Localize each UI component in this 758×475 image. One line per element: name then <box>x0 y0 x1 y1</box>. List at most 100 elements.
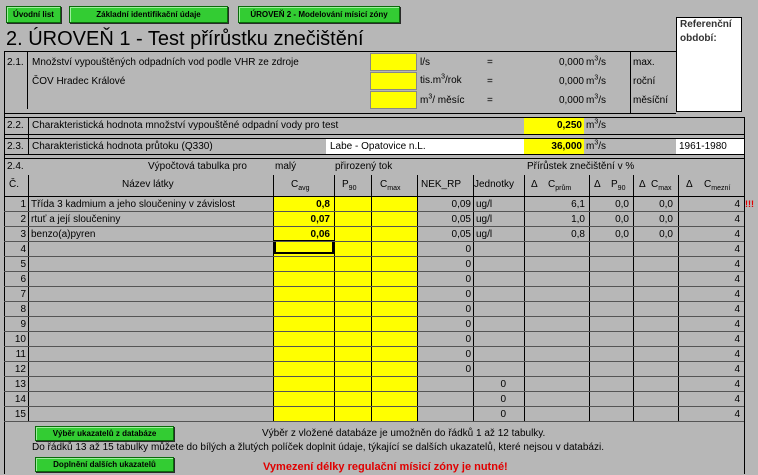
label-annual: roční <box>633 76 656 87</box>
row-nek-rp: 0 <box>465 274 471 285</box>
row-cavg[interactable] <box>275 273 330 286</box>
row-cprum: 1,0 <box>571 214 585 225</box>
delta-symbol-4: Δ <box>686 179 693 190</box>
row-cavg[interactable]: 0,8 <box>275 198 330 211</box>
row-name[interactable] <box>31 363 272 376</box>
reference-period-box[interactable] <box>676 17 742 112</box>
row-dcmax <box>635 333 673 346</box>
row-cprum <box>527 288 585 301</box>
row-name[interactable] <box>31 243 272 256</box>
row-cavg[interactable] <box>275 363 330 376</box>
section-2-2-number: 2.2. <box>7 120 24 131</box>
zakladni-udaje-button[interactable]: Základní identifikační údaje <box>69 6 228 23</box>
row-cmezni: 4 <box>734 364 740 375</box>
row-name[interactable] <box>31 348 272 361</box>
row-dcmax: 0,0 <box>659 199 673 210</box>
uroven2-button[interactable]: ÚROVEŇ 2 - Modelování mísicí zóny <box>238 6 400 23</box>
row-name[interactable] <box>31 288 272 301</box>
label-monthly: měsíční <box>633 95 669 106</box>
row-cavg[interactable] <box>275 318 330 331</box>
row-dp90 <box>591 333 629 346</box>
row-dcmax: 0,0 <box>659 214 673 225</box>
row-cmezni: 4 <box>734 394 740 405</box>
row-name[interactable]: benzo(a)pyren <box>31 228 272 241</box>
row-nek-rp: 0 <box>465 319 471 330</box>
row-cprum <box>527 333 585 346</box>
discharge-monthly-input[interactable] <box>370 91 417 109</box>
row-cavg[interactable] <box>275 378 330 391</box>
delta-symbol-2: Δ <box>594 179 601 190</box>
section-2-3-number: 2.3. <box>7 141 24 152</box>
row-dp90 <box>591 243 629 256</box>
row-dp90 <box>591 408 629 421</box>
river-profile-text: Labe - Opatovice n.L. <box>330 141 426 152</box>
row-dcmax <box>635 348 673 361</box>
row-number: 11 <box>15 349 26 360</box>
row-unit <box>476 318 522 331</box>
discharge-max-input[interactable] <box>370 53 417 71</box>
row-cavg[interactable]: 0,06 <box>275 228 330 241</box>
page-title: 2. ÚROVEŇ 1 - Test přírůstku znečištění <box>6 28 364 50</box>
section-2-1-number: 2.1. <box>7 57 24 68</box>
increment-head: Přírůstek znečištění v % <box>527 161 635 172</box>
col-cprum: Cprům <box>548 179 572 192</box>
row-name[interactable] <box>31 378 272 391</box>
row-nek-rp: 0,05 <box>451 214 471 225</box>
row-nek-rp: 0,05 <box>451 229 471 240</box>
row-nek-rp: 0,09 <box>451 199 471 210</box>
col-cmezni: Cmezní <box>704 179 731 192</box>
value-unit-2: m3/s <box>586 74 607 87</box>
row-number: 4 <box>20 244 26 255</box>
row-number: 14 <box>14 394 26 405</box>
row-cavg[interactable] <box>275 303 330 316</box>
row-name[interactable] <box>31 393 272 406</box>
row-cavg[interactable] <box>275 333 330 346</box>
row-cmezni: 4 <box>734 334 740 345</box>
row-cavg[interactable] <box>275 393 330 406</box>
row-number: 3 <box>20 229 26 240</box>
row-cavg[interactable] <box>275 348 330 361</box>
col-dcmax: Cmax <box>651 179 672 192</box>
row-name[interactable] <box>31 318 272 331</box>
row-dp90 <box>591 393 629 406</box>
delta-symbol-3: Δ <box>639 179 646 190</box>
row-name[interactable]: Třída 3 kadmium a jeho sloučeniny v závi… <box>31 198 272 211</box>
row-cavg[interactable] <box>275 408 330 421</box>
equals-3: = <box>487 95 493 106</box>
row-nek-rp: 0 <box>465 349 471 360</box>
discharge-annual-input[interactable] <box>370 72 417 90</box>
row-nek-rp: 0 <box>465 334 471 345</box>
row-cavg[interactable]: 0,07 <box>275 213 330 226</box>
row-unit <box>476 243 522 256</box>
row-name[interactable] <box>31 303 272 316</box>
footer-note-2: Do řádků 13 až 15 tabulky můžete do bílý… <box>32 442 604 453</box>
row-name[interactable] <box>31 258 272 271</box>
row-cavg[interactable] <box>275 288 330 301</box>
row-dcmax <box>635 378 673 391</box>
row-name[interactable] <box>31 273 272 286</box>
row-name[interactable] <box>31 408 272 421</box>
col-cavg: Cavg <box>291 179 310 192</box>
uvodni-list-button[interactable]: Úvodní list <box>6 6 61 23</box>
select-from-database-button[interactable]: Výběr ukazatelů z databáze <box>35 426 174 441</box>
col-dp90: P90 <box>611 179 626 192</box>
row-dcmax <box>635 363 673 376</box>
row-name[interactable]: rtuť a její sloučeniny <box>31 213 272 226</box>
row-number: 2 <box>20 214 26 225</box>
row-cavg[interactable] <box>275 243 330 256</box>
source-name: ČOV Hradec Králové <box>32 76 126 87</box>
section-2-2-text: Charakteristická hodnota množství vypouš… <box>32 120 339 131</box>
row-number: 7 <box>20 289 26 300</box>
add-indicators-button[interactable]: Doplnění dalších ukazatelů <box>35 457 174 472</box>
row-dcmax <box>635 243 673 256</box>
row-cavg[interactable] <box>275 258 330 271</box>
p90-column[interactable] <box>335 197 371 421</box>
row-number: 13 <box>14 379 26 390</box>
row-cprum: 6,1 <box>571 199 585 210</box>
row-nek-rp <box>419 393 471 406</box>
row-name[interactable] <box>31 333 272 346</box>
row-cprum <box>527 393 585 406</box>
warning-text: Vymezení délky regulační mísicí zóny je … <box>263 461 508 473</box>
row-nek-rp: 0 <box>465 244 471 255</box>
cmax-column[interactable] <box>372 197 417 421</box>
